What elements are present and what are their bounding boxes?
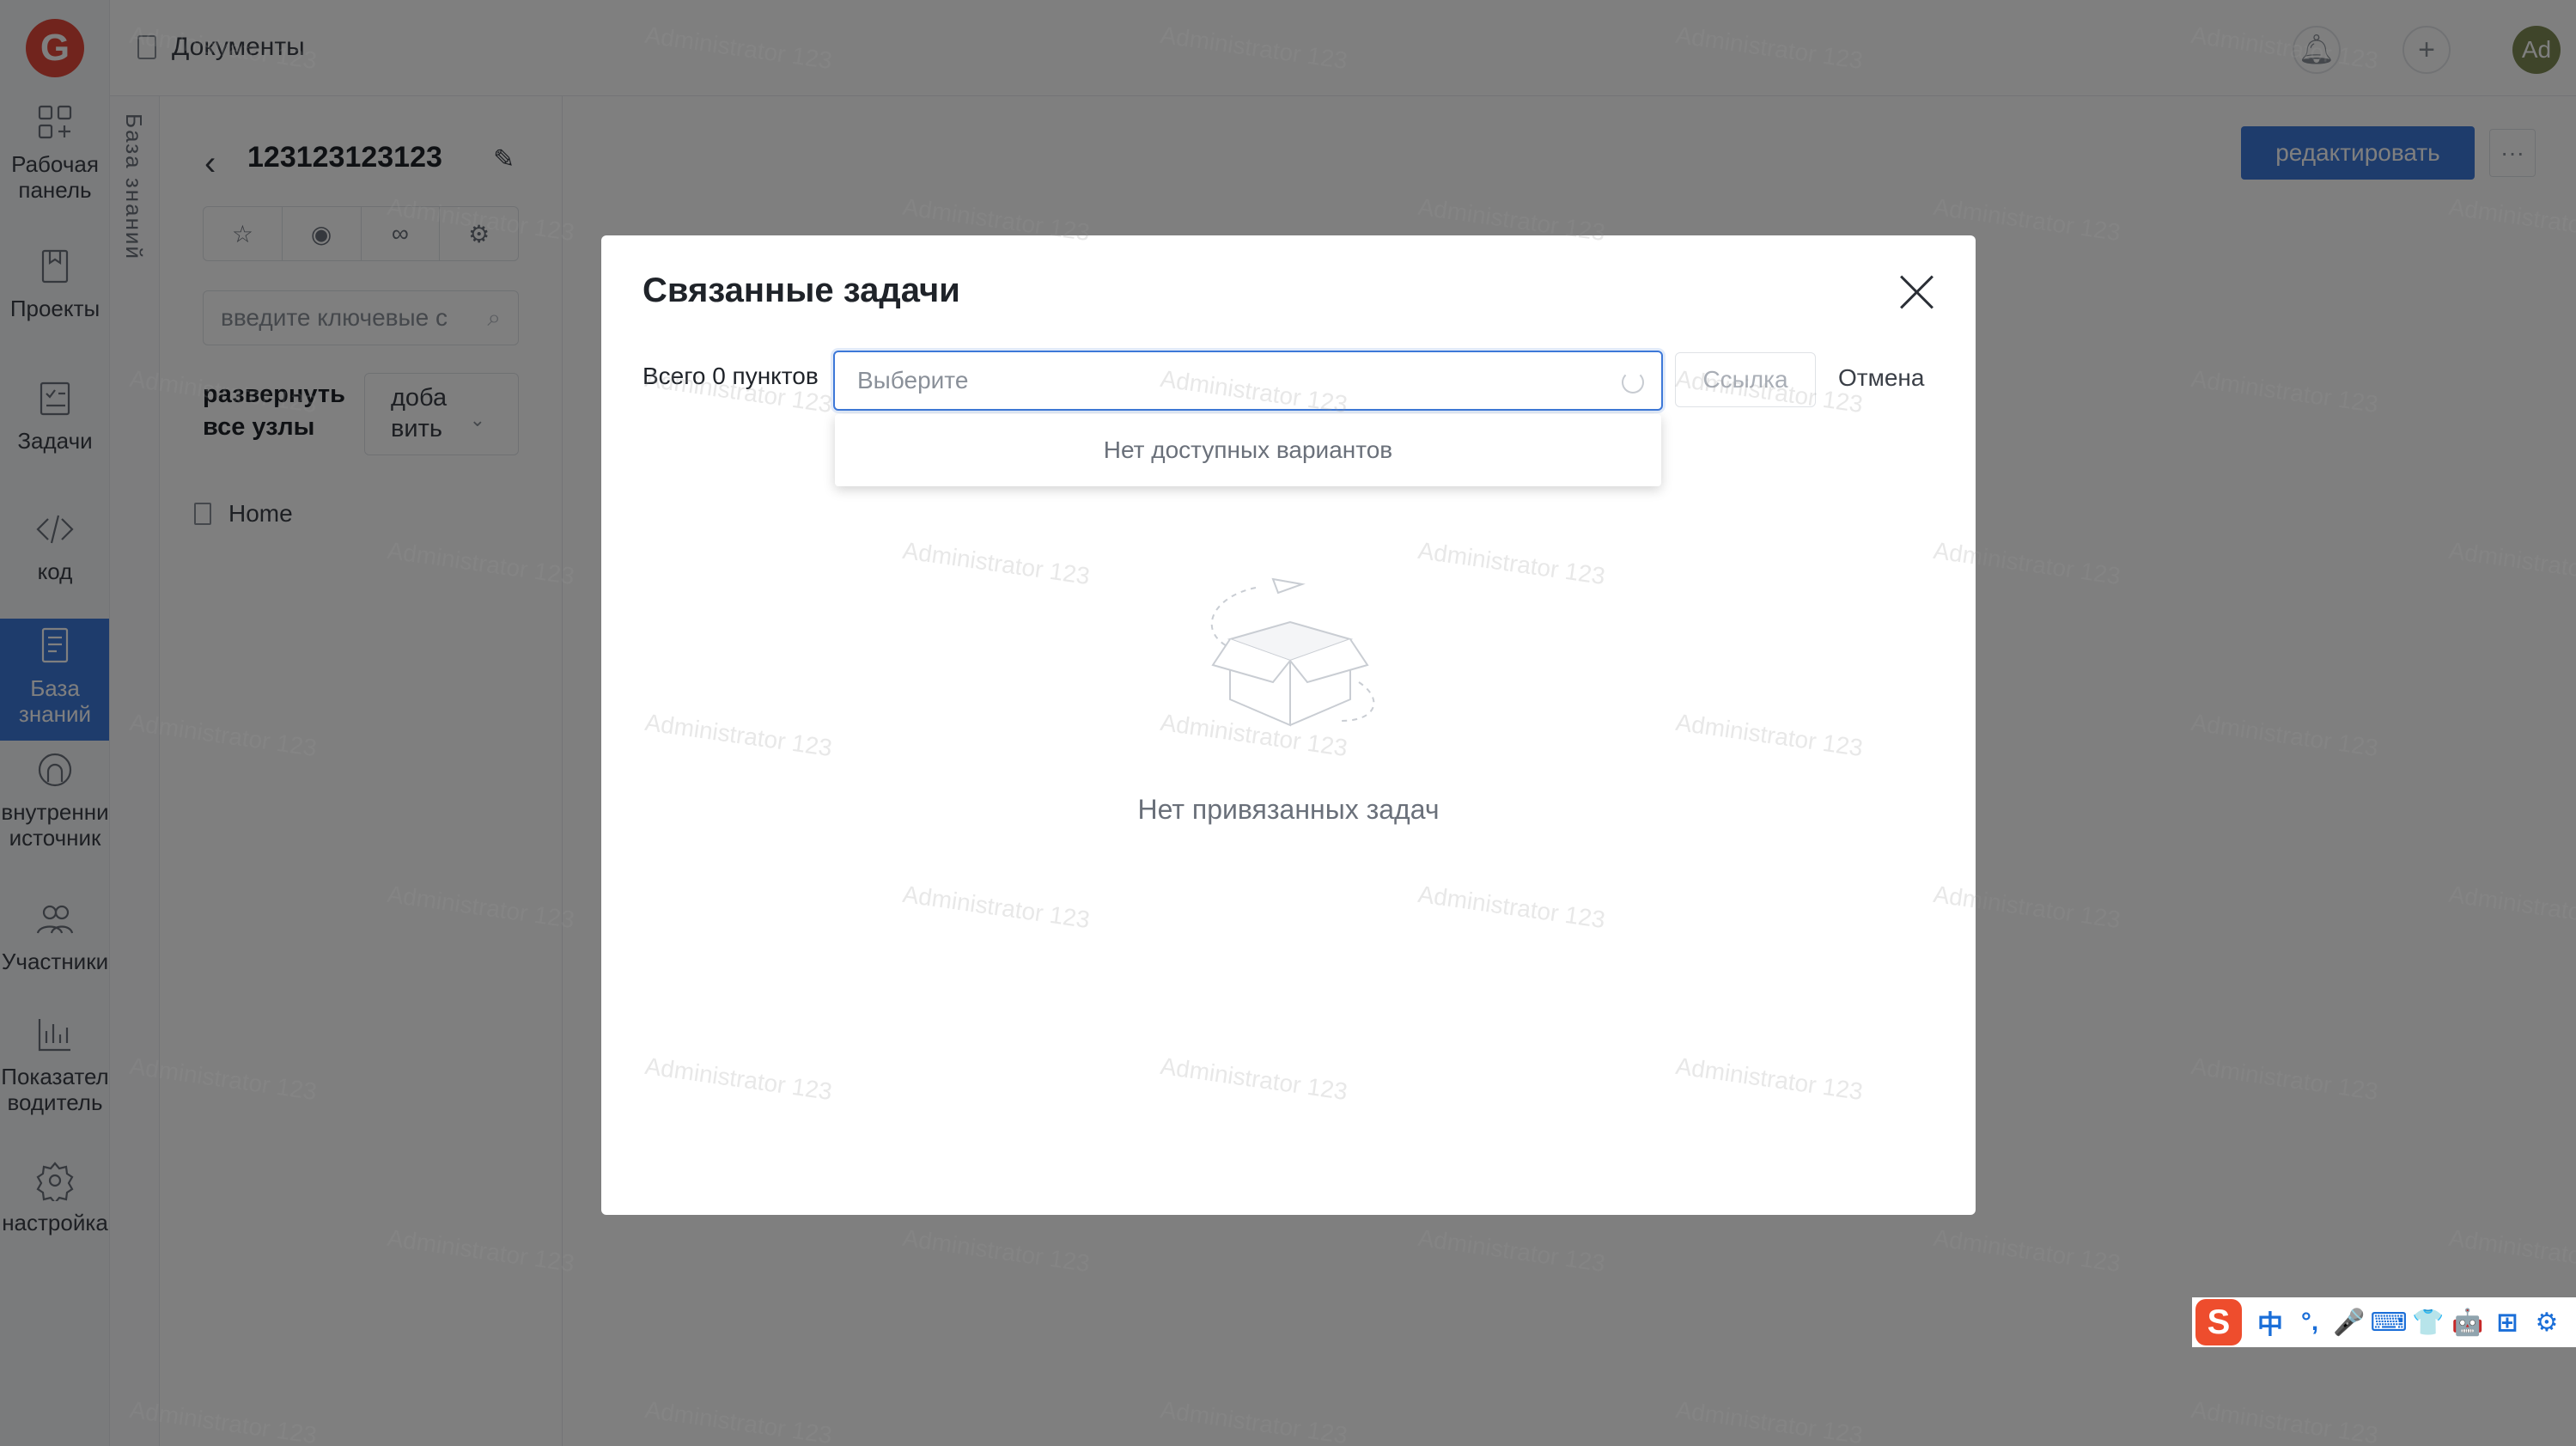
total-count-label: Всего 0 пунктов [642, 363, 819, 389]
modal-title: Связанные задачи [642, 272, 960, 309]
apps-grid-icon[interactable]: ⊞ [2488, 1303, 2527, 1342]
assistant-icon[interactable]: 🤖 [2448, 1303, 2488, 1342]
task-select-input[interactable]: Выберите [833, 351, 1663, 411]
cancel-button[interactable]: Отмена [1838, 364, 1924, 392]
ime-settings-icon[interactable]: ⚙ [2527, 1303, 2567, 1342]
close-icon[interactable] [1898, 273, 1936, 311]
ime-chinese-mode-icon[interactable]: 中 [2250, 1303, 2290, 1342]
ime-logo-icon[interactable]: S [2195, 1299, 2242, 1345]
empty-state-text: Нет привязанных задач [1137, 794, 1440, 825]
select-placeholder: Выберите [857, 367, 969, 394]
link-button[interactable]: Ссылка [1675, 352, 1816, 407]
dropdown-empty-text: Нет доступных вариантов [1103, 436, 1393, 463]
select-dropdown: Нет доступных вариантов [835, 414, 1661, 486]
microphone-icon[interactable]: 🎤 [2329, 1303, 2369, 1342]
linked-tasks-modal: Связанные задачи Всего 0 пунктов Выберит… [601, 235, 1976, 1215]
ime-toolbar: S 中 °, 🎤 ⌨ 👕 🤖 ⊞ ⚙ [2192, 1297, 2576, 1347]
loading-spinner-icon [1622, 371, 1644, 394]
ime-punctuation-icon[interactable]: °, [2290, 1303, 2329, 1342]
skin-icon[interactable]: 👕 [2409, 1303, 2448, 1342]
keyboard-icon[interactable]: ⌨ [2369, 1303, 2409, 1342]
empty-box-icon [1210, 577, 1375, 727]
